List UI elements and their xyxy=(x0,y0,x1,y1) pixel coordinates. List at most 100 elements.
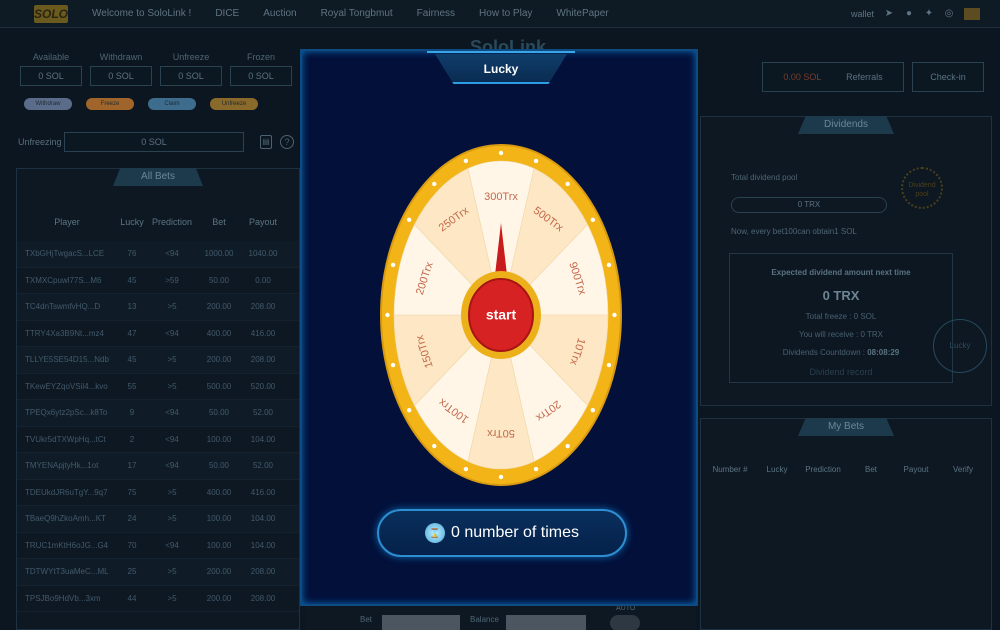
table-cell: 200.00 xyxy=(206,355,232,365)
table-cell: TBaeQ9hZkoAmh...KT xyxy=(25,514,106,524)
balance-stats: Available 0 SOL Withdrawn 0 SOL Unfreeze… xyxy=(20,52,292,86)
nav-item-fairness[interactable]: Fairness xyxy=(417,8,455,19)
twitter-icon[interactable]: ✦ xyxy=(924,9,934,19)
table-cell: 25 xyxy=(127,567,137,577)
table-cell: 50.00 xyxy=(208,461,230,471)
table-cell: TKewEYZqoVSil4...kvo xyxy=(25,381,108,391)
table-cell: >5 xyxy=(167,302,177,312)
countdown-label: Dividends Countdown : xyxy=(782,348,865,357)
rim-light xyxy=(612,312,617,318)
table-cell: <94 xyxy=(165,408,179,418)
stat-value: 0 SOL xyxy=(90,66,152,86)
nav-item-royal[interactable]: Royal Tongbmut xyxy=(321,8,393,19)
table-cell: 47 xyxy=(127,328,137,338)
stat-value: 0 SOL xyxy=(20,66,82,86)
clipboard-icon[interactable]: ▤ xyxy=(260,135,272,149)
table-cell: >59 xyxy=(165,275,179,285)
rim-light xyxy=(432,443,437,449)
nav-right: wallet ➤ ● ✦ ◎ xyxy=(851,0,980,28)
col-payout: Payout xyxy=(903,465,929,474)
expected-value: 0 TRX xyxy=(822,288,860,303)
rim-light xyxy=(390,362,396,368)
table-cell: 500.00 xyxy=(206,381,232,391)
bet-controls: Bet Balance AUTO xyxy=(306,604,696,630)
table-cell: TDTWYtT3uaMeC...ML xyxy=(25,567,109,577)
my-bets-header: Number # Lucky Prediction Bet Payout Ver… xyxy=(701,465,991,474)
stat-label: Unfreeze xyxy=(172,52,210,62)
col-lucky: Lucky xyxy=(766,465,788,474)
table-row: TPEQx6ytz2pSc...k8To 9 <94 50.00 52.00 xyxy=(17,400,299,427)
nav-item-welcome[interactable]: Welcome to SoloLink ! xyxy=(92,8,191,19)
table-cell: 416.00 xyxy=(250,487,276,497)
table-cell: 100.00 xyxy=(206,540,232,550)
col-bet: Bet xyxy=(864,465,877,474)
table-cell: 208.00 xyxy=(250,355,276,365)
table-row: TPSJBo9HdVb...3xm 44 >5 200.00 208.00 xyxy=(17,586,299,612)
pool-label: Total dividend pool xyxy=(731,173,798,182)
unfreezing-value: 0 SOL xyxy=(64,132,244,152)
table-cell: 200.00 xyxy=(206,302,232,312)
start-label[interactable]: start xyxy=(486,307,517,323)
language-flag-icon[interactable] xyxy=(964,8,980,20)
table-row: TDTWYtT3uaMeC...ML 25 >5 200.00 208.00 xyxy=(17,559,299,586)
table-row: TXbGHjTwgacS...LCE 76 <94 1000.00 1040.00 xyxy=(17,241,299,268)
table-cell: 45 xyxy=(127,355,137,365)
checkin-button[interactable]: Check-in xyxy=(912,62,984,92)
lucky-badge[interactable]: Lucky xyxy=(933,319,987,373)
table-cell: >5 xyxy=(167,593,177,603)
rim-light xyxy=(533,158,539,164)
freeze-button[interactable]: Freeze xyxy=(86,98,134,110)
dividend-note: Now, every bet100can obtain1 SOL xyxy=(731,227,857,236)
rim-light xyxy=(590,217,596,222)
col-player: Player xyxy=(54,217,80,227)
nav-item-how-to-play[interactable]: How to Play xyxy=(479,8,532,19)
referral-amount: 0.00 SOL xyxy=(783,72,822,82)
bet-input[interactable] xyxy=(382,615,460,630)
lucky-modal-title: Lucky xyxy=(435,54,567,84)
table-cell: >5 xyxy=(167,355,177,365)
rim-light xyxy=(463,158,469,164)
nav-item-whitepaper[interactable]: WhitePaper xyxy=(556,8,608,19)
countdown: Dividends Countdown : 08:08:29 xyxy=(730,348,952,357)
table-row: TRUC1mKtH6oJG...G4 70 <94 100.00 104.00 xyxy=(17,533,299,559)
referrals-link[interactable]: Referrals xyxy=(846,72,883,82)
my-bets-title: My Bets xyxy=(798,418,894,436)
table-cell: 416.00 xyxy=(250,328,276,338)
action-pills: Withdraw Freeze Claim Unfreeze xyxy=(24,98,258,110)
unfreezing-label: Unfreezing xyxy=(18,137,62,147)
rim-light xyxy=(463,466,469,472)
solo-logo[interactable]: SOLO xyxy=(34,4,68,23)
spin-count: 0 number of times xyxy=(451,524,579,542)
table-cell: 520.00 xyxy=(250,381,276,391)
rim-light xyxy=(606,262,612,268)
wechat-icon[interactable]: ● xyxy=(904,9,914,19)
rim-light xyxy=(533,466,539,472)
table-cell: TDEUkdJR6uTgY...9q7 xyxy=(25,487,108,497)
nav-item-dice[interactable]: DICE xyxy=(215,8,239,19)
table-cell: 208.00 xyxy=(250,302,276,312)
modal-tab-rim xyxy=(427,51,575,53)
spin-count-button[interactable]: ⌛ 0 number of times xyxy=(377,509,627,557)
auto-toggle[interactable] xyxy=(610,615,640,630)
help-icon[interactable]: ? xyxy=(280,135,294,149)
stat-label: Withdrawn xyxy=(99,52,143,62)
referral-box[interactable]: 0.00 SOL Referrals xyxy=(762,62,904,92)
col-payout: Payout xyxy=(248,217,278,227)
expected-label: Expected dividend amount next time xyxy=(771,268,911,277)
table-cell: 13 xyxy=(127,302,137,312)
wallet-link[interactable]: wallet xyxy=(851,9,874,19)
table-cell: 24 xyxy=(127,514,137,524)
claim-button[interactable]: Claim xyxy=(148,98,196,110)
headset-icon[interactable]: ◎ xyxy=(944,9,954,19)
dividend-record-link[interactable]: Dividend record xyxy=(730,367,952,377)
nav-item-auction[interactable]: Auction xyxy=(263,8,296,19)
table-row: TVUkr5dTXWpHq...tCt 2 <94 100.00 104.00 xyxy=(17,427,299,453)
stat-value: 0 SOL xyxy=(230,66,292,86)
table-cell: 104.00 xyxy=(250,434,276,444)
balance-label: Balance xyxy=(470,615,499,624)
withdraw-button[interactable]: Withdraw xyxy=(24,98,72,110)
telegram-icon[interactable]: ➤ xyxy=(884,9,894,19)
unfreeze-button[interactable]: Unfreeze xyxy=(210,98,258,110)
table-cell: 50.00 xyxy=(208,408,230,418)
table-cell: 200.00 xyxy=(206,567,232,577)
